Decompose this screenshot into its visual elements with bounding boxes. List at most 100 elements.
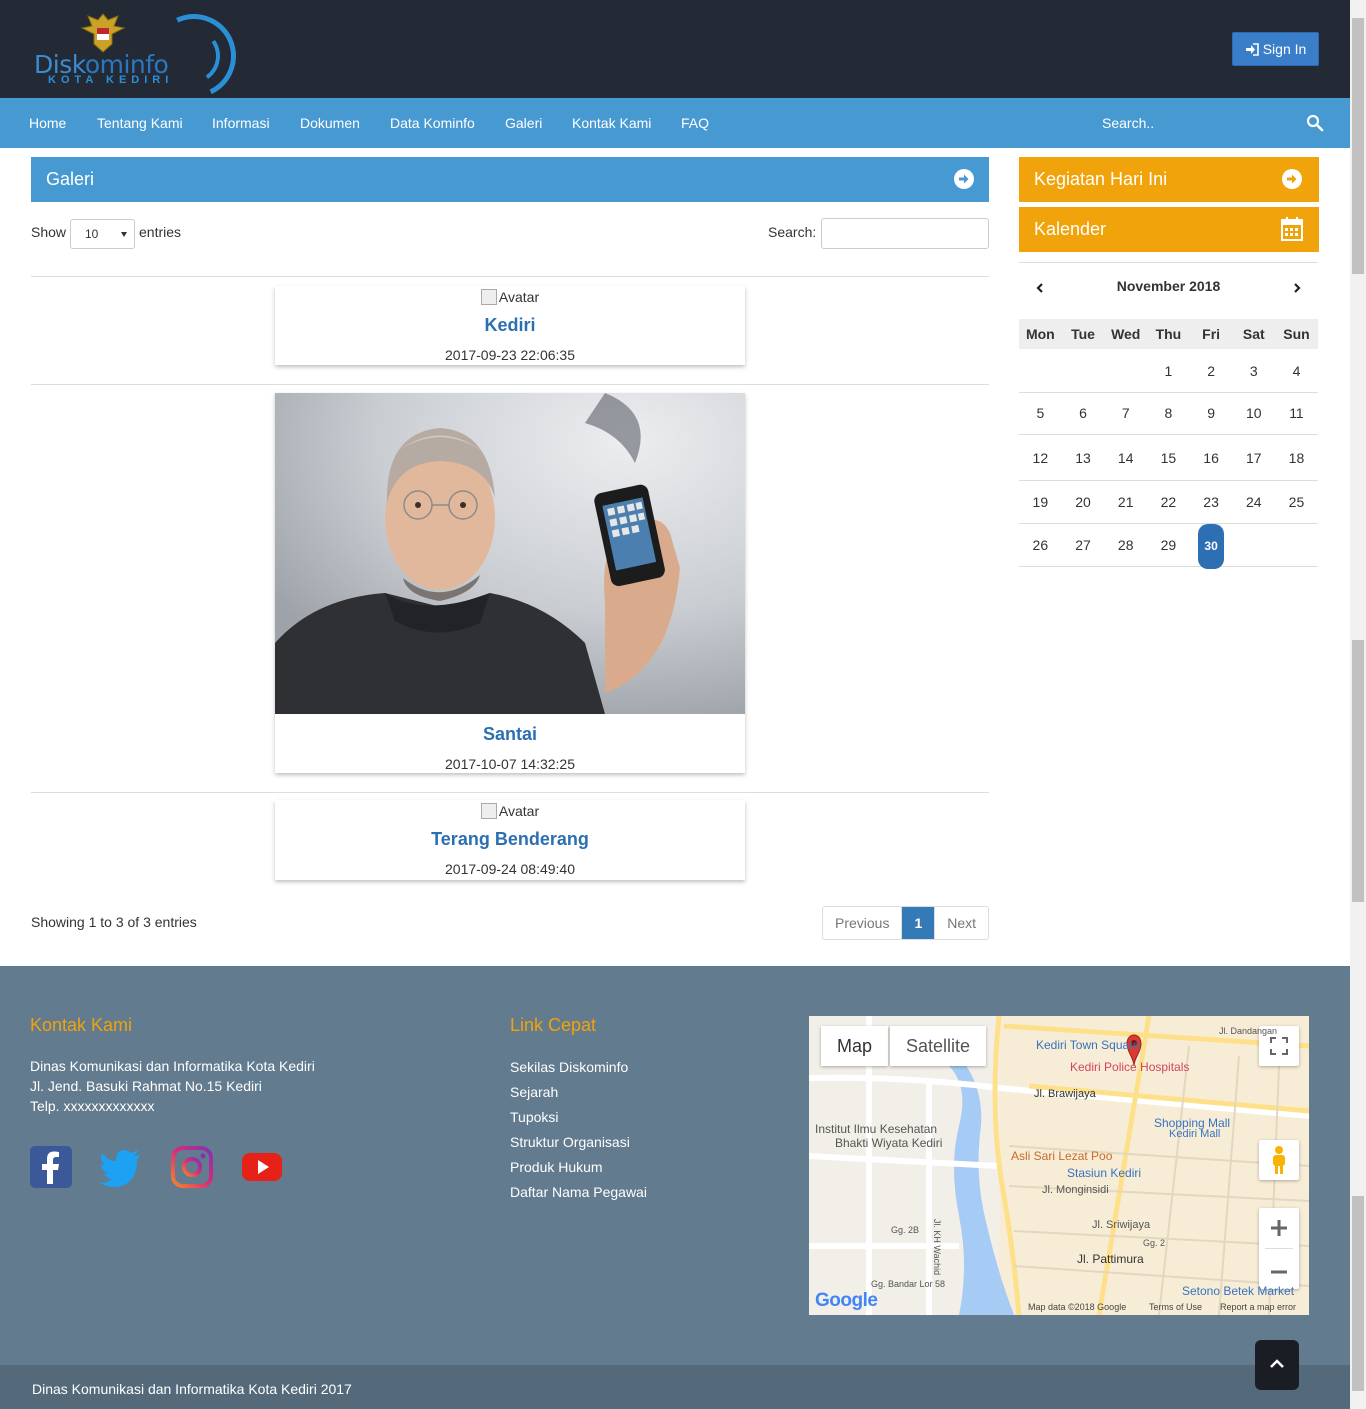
calendar-day[interactable]: 2 xyxy=(1190,349,1233,392)
table-search-input[interactable] xyxy=(821,218,989,249)
calendar-day[interactable]: 27 xyxy=(1062,524,1105,566)
page-length-select[interactable]: 10 xyxy=(70,219,135,249)
arrow-right-circle-icon[interactable] xyxy=(953,168,975,190)
nav-dokumen[interactable]: Dokumen xyxy=(300,98,360,148)
street-view-pegman[interactable] xyxy=(1259,1140,1299,1180)
calendar-day[interactable]: 26 xyxy=(1019,524,1062,566)
calendar-day[interactable]: 5 xyxy=(1019,392,1062,434)
calendar-day[interactable]: 10 xyxy=(1232,392,1275,434)
pagination-page-1[interactable]: 1 xyxy=(902,907,936,939)
galeri-panel-header: Galeri xyxy=(31,157,989,202)
map-type-satellite-button[interactable]: Satellite xyxy=(890,1026,987,1066)
calendar-day[interactable]: 20 xyxy=(1062,481,1105,523)
calendar-day[interactable]: 22 xyxy=(1147,481,1190,523)
nav-search-input[interactable] xyxy=(1092,106,1292,140)
calendar-day[interactable]: 16 xyxy=(1190,435,1233,480)
nav-faq[interactable]: FAQ xyxy=(681,98,709,148)
arrow-right-circle-icon[interactable] xyxy=(1281,168,1303,190)
calendar-day[interactable]: 24 xyxy=(1232,481,1275,523)
nav-home[interactable]: Home xyxy=(29,98,66,148)
gallery-card-title[interactable]: Santai xyxy=(275,724,745,745)
broken-image-icon xyxy=(480,803,497,819)
calendar-day[interactable]: 9 xyxy=(1190,392,1233,434)
map-label: Setono Betek Market xyxy=(1182,1284,1295,1298)
map-label: Kediri Mall xyxy=(1169,1128,1221,1140)
calendar-day[interactable]: 15 xyxy=(1147,435,1190,480)
calendar-day[interactable]: 23 xyxy=(1190,481,1233,523)
footer-link-tupoksi[interactable]: Tupoksi xyxy=(510,1109,559,1125)
map-label: Asli Sari Lezat Poo xyxy=(1011,1149,1113,1163)
gallery-card-date: 2017-10-07 14:32:25 xyxy=(445,756,575,772)
nav-informasi[interactable]: Informasi xyxy=(212,98,270,148)
page-scrollbar[interactable] xyxy=(1350,0,1366,1409)
facebook-icon[interactable] xyxy=(30,1146,72,1188)
calendar-day[interactable]: 14 xyxy=(1104,435,1147,480)
calendar-day[interactable]: 11 xyxy=(1275,392,1318,434)
zoom-out-icon[interactable] xyxy=(1270,1263,1288,1281)
entries-label: entries xyxy=(139,224,182,240)
weekday-label: Mon xyxy=(1025,326,1055,342)
footer-link-sekilas[interactable]: Sekilas Diskominfo xyxy=(510,1059,628,1075)
gallery-card-kediri[interactable]: Avatar Kediri 2017-09-23 22:06:35 xyxy=(275,286,745,365)
kegiatan-panel-header[interactable]: Kegiatan Hari Ini xyxy=(1019,157,1319,202)
chevron-right-icon[interactable] xyxy=(1292,283,1302,293)
calendar-day[interactable]: 25 xyxy=(1275,481,1318,523)
zoom-in-icon[interactable] xyxy=(1270,1219,1288,1237)
gallery-photo[interactable] xyxy=(275,393,745,714)
calendar-day[interactable]: 6 xyxy=(1062,392,1105,434)
map-label: Gg. 2 xyxy=(1143,1238,1166,1248)
calendar-day[interactable]: 3 xyxy=(1232,349,1275,392)
calendar-day[interactable]: 30 xyxy=(1190,524,1233,569)
footer-link-produk-hukum[interactable]: Produk Hukum xyxy=(510,1159,603,1175)
twitter-icon[interactable] xyxy=(100,1146,142,1188)
footer-link-pegawai[interactable]: Daftar Nama Pegawai xyxy=(510,1184,647,1200)
scrollbar-thumb[interactable] xyxy=(1352,18,1364,274)
scrollbar-thumb[interactable] xyxy=(1352,640,1364,902)
gallery-card-title[interactable]: Terang Benderang xyxy=(275,829,745,850)
map-type-map-button[interactable]: Map xyxy=(821,1026,889,1066)
pagination: Previous 1 Next xyxy=(822,906,990,940)
footer-link-struktur[interactable]: Struktur Organisasi xyxy=(510,1134,630,1150)
calendar-empty-cell xyxy=(1062,349,1105,392)
calendar-icon xyxy=(1281,217,1303,241)
calendar-day[interactable]: 29 xyxy=(1147,524,1190,566)
gallery-card-terang-benderang[interactable]: Avatar Terang Benderang 2017-09-24 08:49… xyxy=(275,800,745,880)
google-map[interactable]: Map Satellite Kediri Town Square Kediri … xyxy=(809,1016,1309,1315)
galeri-title: Galeri xyxy=(46,169,95,189)
instagram-icon[interactable] xyxy=(171,1146,213,1188)
calendar-day[interactable]: 8 xyxy=(1147,392,1190,434)
scrollbar-thumb[interactable] xyxy=(1352,1196,1364,1391)
sign-in-button[interactable]: Sign In xyxy=(1232,32,1319,66)
map-terms-link[interactable]: Terms of Use xyxy=(1149,1302,1202,1312)
calendar-day[interactable]: 19 xyxy=(1019,481,1062,523)
calendar-day[interactable]: 17 xyxy=(1232,435,1275,480)
calendar-empty-cell xyxy=(1232,524,1275,566)
nav-galeri[interactable]: Galeri xyxy=(505,98,542,148)
gallery-card-title[interactable]: Kediri xyxy=(275,315,745,336)
calendar-day[interactable]: 1 xyxy=(1147,349,1190,392)
calendar-week-row: 5 6 7 8 9 10 11 xyxy=(1019,392,1318,435)
pegman-icon xyxy=(1273,1146,1285,1174)
calendar-day[interactable]: 4 xyxy=(1275,349,1318,392)
calendar-day[interactable]: 18 xyxy=(1275,435,1318,480)
broken-image: Avatar xyxy=(275,802,745,820)
calendar-day[interactable]: 13 xyxy=(1062,435,1105,480)
calendar-day[interactable]: 21 xyxy=(1104,481,1147,523)
calendar-day[interactable]: 7 xyxy=(1104,392,1147,434)
map-label: Stasiun Kediri xyxy=(1067,1166,1142,1180)
pagination-previous[interactable]: Previous xyxy=(823,907,903,939)
footer-link-sejarah[interactable]: Sejarah xyxy=(510,1084,558,1100)
pagination-next[interactable]: Next xyxy=(935,907,988,939)
site-logo[interactable]: Diskominfo KOTA KEDIRI xyxy=(32,2,248,110)
scroll-to-top-button[interactable] xyxy=(1255,1340,1299,1390)
youtube-icon[interactable] xyxy=(241,1146,283,1188)
calendar-weekday-row: Mon Tue Wed Thu Fri Sat Sun xyxy=(1019,319,1318,349)
calendar-day[interactable]: 12 xyxy=(1019,435,1062,480)
map-report-link[interactable]: Report a map error xyxy=(1220,1302,1296,1312)
nav-data-kominfo[interactable]: Data Kominfo xyxy=(390,98,475,148)
nav-kontak-kami[interactable]: Kontak Kami xyxy=(572,98,651,148)
calendar-day[interactable]: 28 xyxy=(1104,524,1147,566)
fullscreen-icon xyxy=(1270,1037,1288,1055)
search-icon[interactable] xyxy=(1306,114,1324,132)
nav-tentang-kami[interactable]: Tentang Kami xyxy=(97,98,183,148)
